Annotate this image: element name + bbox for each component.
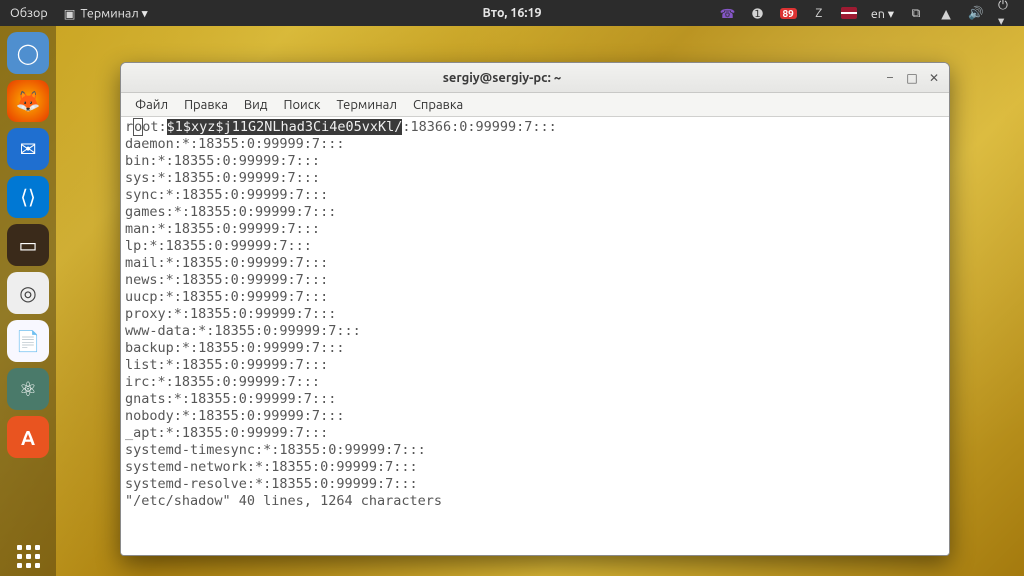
shadow-line: list:*:18355:0:99999:7::: bbox=[125, 357, 328, 373]
shadow-line: news:*:18355:0:99999:7::: bbox=[125, 272, 328, 288]
shadow-line: systemd-timesync:*:18355:0:99999:7::: bbox=[125, 442, 426, 458]
menu-help[interactable]: Справка bbox=[407, 96, 469, 114]
show-apps-button[interactable] bbox=[17, 545, 40, 568]
close-button[interactable]: ✕ bbox=[927, 71, 941, 85]
shadow-line: backup:*:18355:0:99999:7::: bbox=[125, 340, 344, 356]
input-language[interactable]: en ▾ bbox=[871, 6, 894, 21]
gnome-topbar: Обзор ▣ Терминал ▾ Вто, 16:19 ☎ ➊ 89 Z e… bbox=[0, 0, 1024, 26]
volume-icon[interactable]: 🔊 bbox=[968, 5, 984, 21]
terminal-window: sergiy@sergiy-pc: ~ – □ ✕ Файл Правка Ви… bbox=[120, 62, 950, 556]
menu-edit[interactable]: Правка bbox=[178, 96, 234, 114]
power-icon[interactable]: ⏻ ▾ bbox=[998, 5, 1014, 21]
shadow-line: games:*:18355:0:99999:7::: bbox=[125, 204, 336, 220]
terminal-viewport[interactable]: root:$1$xyz$j11G2NLhad3Ci4e05vxKl/:18366… bbox=[121, 117, 949, 555]
menu-terminal[interactable]: Терминал bbox=[330, 96, 402, 114]
network-icon[interactable]: ▲ bbox=[938, 5, 954, 21]
vi-status-line: "/etc/shadow" 40 lines, 1264 characters bbox=[125, 493, 442, 509]
shadow-line: irc:*:18355:0:99999:7::: bbox=[125, 374, 320, 390]
terminal-icon: ▣ bbox=[62, 5, 78, 21]
dock-screenshot[interactable]: ▭ bbox=[7, 224, 49, 266]
shadow-line: lp:*:18355:0:99999:7::: bbox=[125, 238, 312, 254]
dock-atom[interactable]: ⚛ bbox=[7, 368, 49, 410]
shadow-line: daemon:*:18355:0:99999:7::: bbox=[125, 136, 344, 152]
window-title: sergiy@sergiy-pc: ~ bbox=[129, 71, 875, 85]
terminal-menubar: Файл Правка Вид Поиск Терминал Справка bbox=[121, 93, 949, 117]
zorin-icon[interactable]: Z bbox=[811, 5, 827, 21]
shadow-line: uucp:*:18355:0:99999:7::: bbox=[125, 289, 328, 305]
shadow-line: systemd-network:*:18355:0:99999:7::: bbox=[125, 459, 418, 475]
dock-libreoffice[interactable]: 📄 bbox=[7, 320, 49, 362]
updates-badge[interactable]: 89 bbox=[780, 8, 797, 19]
dock-software[interactable]: A bbox=[7, 416, 49, 458]
clock[interactable]: Вто, 16:19 bbox=[482, 6, 541, 20]
shadow-line: sync:*:18355:0:99999:7::: bbox=[125, 187, 328, 203]
terminal-app-indicator[interactable]: ▣ Терминал ▾ bbox=[62, 5, 148, 21]
shadow-line: proxy:*:18355:0:99999:7::: bbox=[125, 306, 336, 322]
shadow-line: sys:*:18355:0:99999:7::: bbox=[125, 170, 320, 186]
menu-view[interactable]: Вид bbox=[238, 96, 274, 114]
menu-file[interactable]: Файл bbox=[129, 96, 174, 114]
shadow-line: mail:*:18355:0:99999:7::: bbox=[125, 255, 328, 271]
shadow-line: gnats:*:18355:0:99999:7::: bbox=[125, 391, 336, 407]
shadow-line: _apt:*:18355:0:99999:7::: bbox=[125, 425, 328, 441]
app-indicator-label: Терминал ▾ bbox=[81, 7, 148, 21]
dock-disks[interactable]: ◎ bbox=[7, 272, 49, 314]
window-titlebar[interactable]: sergiy@sergiy-pc: ~ – □ ✕ bbox=[121, 63, 949, 93]
dock-firefox[interactable]: 🦊 bbox=[7, 80, 49, 122]
selected-hash: $1$xyz$j11G2NLhad3Ci4e05vxKl/ bbox=[167, 119, 403, 135]
dock-chromium[interactable]: ◯ bbox=[7, 32, 49, 74]
display-icon[interactable]: ⧉ bbox=[908, 5, 924, 21]
shadow-line: systemd-resolve:*:18355:0:99999:7::: bbox=[125, 476, 418, 492]
shadow-line: bin:*:18355:0:99999:7::: bbox=[125, 153, 320, 169]
viber-tray-icon[interactable]: ☎ bbox=[720, 5, 736, 21]
shadow-line: nobody:*:18355:0:99999:7::: bbox=[125, 408, 344, 424]
flag-icon[interactable] bbox=[841, 7, 857, 19]
dock: ◯ 🦊 ✉ ⟨⟩ ▭ ◎ 📄 ⚛ A bbox=[0, 26, 56, 576]
dock-vscode[interactable]: ⟨⟩ bbox=[7, 176, 49, 218]
activities-button[interactable]: Обзор bbox=[10, 6, 48, 20]
accessibility-icon[interactable]: ➊ bbox=[750, 5, 766, 21]
minimize-button[interactable]: – bbox=[883, 71, 897, 85]
dock-thunderbird[interactable]: ✉ bbox=[7, 128, 49, 170]
shadow-line: www-data:*:18355:0:99999:7::: bbox=[125, 323, 361, 339]
shadow-line: man:*:18355:0:99999:7::: bbox=[125, 221, 320, 237]
line-root: root:$1$xyz$j11G2NLhad3Ci4e05vxKl/:18366… bbox=[125, 119, 557, 135]
menu-search[interactable]: Поиск bbox=[277, 96, 326, 114]
maximize-button[interactable]: □ bbox=[905, 71, 919, 85]
